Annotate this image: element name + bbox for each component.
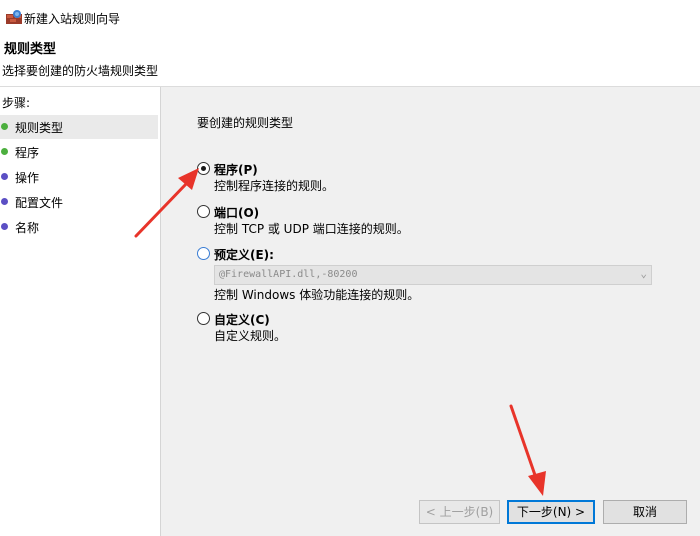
custom-radio[interactable] xyxy=(197,312,210,325)
cancel-button[interactable]: 取消 xyxy=(603,500,687,524)
title-bar: 新建入站规则向导 xyxy=(0,0,700,34)
step-label: 操作 xyxy=(15,171,40,185)
rule-type-prompt: 要创建的规则类型 xyxy=(197,116,294,130)
predefined-rule-select[interactable]: @FirewallAPI.dll,-80200 ⌄ xyxy=(214,265,652,285)
step-status-dot xyxy=(1,123,8,130)
step-program[interactable]: 程序 xyxy=(0,140,158,164)
option-label: 程序(P) xyxy=(214,163,258,177)
radio-selected-mark xyxy=(201,166,206,171)
step-label: 规则类型 xyxy=(15,121,64,135)
option-description: 控制 TCP 或 UDP 端口连接的规则。 xyxy=(214,222,409,236)
step-status-dot xyxy=(1,223,8,230)
step-status-dot xyxy=(1,173,8,180)
predefined-radio[interactable] xyxy=(197,247,210,260)
page-title: 规则类型 xyxy=(4,42,57,57)
step-status-dot xyxy=(1,148,8,155)
step-profile[interactable]: 配置文件 xyxy=(0,190,158,214)
option-description: 自定义规则。 xyxy=(214,329,287,343)
step-name[interactable]: 名称 xyxy=(0,215,158,239)
page-description: 选择要创建的防火墙规则类型 xyxy=(2,64,159,78)
step-action[interactable]: 操作 xyxy=(0,165,158,189)
option-description: 控制 Windows 体验功能连接的规则。 xyxy=(214,288,420,302)
step-status-dot xyxy=(1,198,8,205)
next-button[interactable]: 下一步(N) > xyxy=(507,500,595,524)
step-rule-type[interactable]: 规则类型 xyxy=(0,115,158,139)
back-button[interactable]: < 上一步(B) xyxy=(419,500,500,524)
firewall-app-icon xyxy=(6,10,22,24)
steps-sidebar: 步骤: 规则类型 程序 操作 配置文件 名称 xyxy=(0,87,160,536)
steps-label: 步骤: xyxy=(2,96,31,110)
port-radio[interactable] xyxy=(197,205,210,218)
chevron-down-icon: ⌄ xyxy=(640,267,647,280)
option-description: 控制程序连接的规则。 xyxy=(214,179,335,193)
step-label: 名称 xyxy=(15,221,40,235)
wizard-header: 规则类型 选择要创建的防火墙规则类型 xyxy=(0,34,700,87)
option-label: 自定义(C) xyxy=(214,313,270,327)
program-radio[interactable] xyxy=(197,162,210,175)
main-panel: 要创建的规则类型 程序(P) 控制程序连接的规则。 端口(O) 控制 TCP 或… xyxy=(161,87,700,536)
option-label: 预定义(E): xyxy=(214,248,274,262)
step-label: 程序 xyxy=(15,146,40,160)
option-label: 端口(O) xyxy=(214,206,260,220)
step-label: 配置文件 xyxy=(15,196,64,210)
predefined-rule-value: @FirewallAPI.dll,-80200 xyxy=(219,269,358,280)
window-title: 新建入站规则向导 xyxy=(24,12,121,26)
